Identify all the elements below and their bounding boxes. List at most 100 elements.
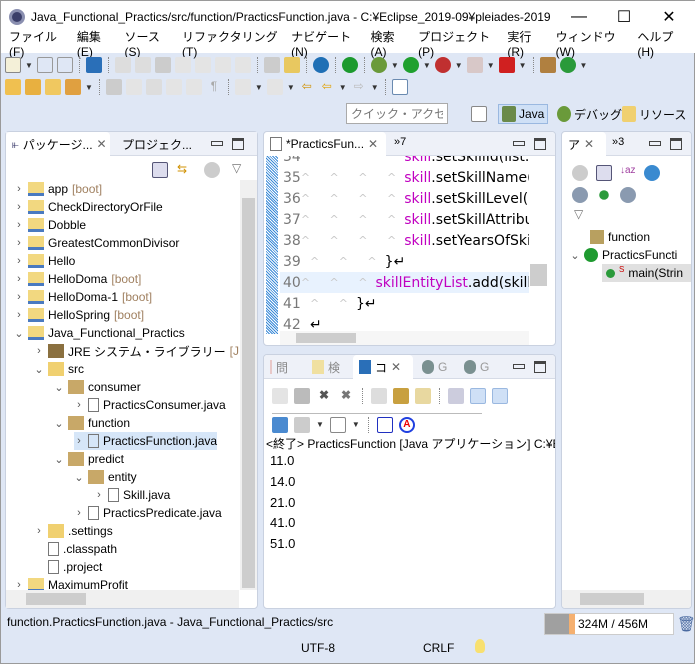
maximize-view-button[interactable] xyxy=(534,361,546,373)
minimize-view-button[interactable] xyxy=(648,138,661,150)
remove-all-launches-icon[interactable]: ✖ xyxy=(338,388,354,404)
show-source-icon[interactable] xyxy=(185,79,202,95)
step-over-icon[interactable] xyxy=(214,57,231,73)
hide-static-icon[interactable] xyxy=(572,187,588,203)
forward-icon[interactable]: ⇨ xyxy=(351,79,367,95)
terminate-icon[interactable] xyxy=(154,57,171,73)
scroll-thumb[interactable] xyxy=(530,264,547,286)
chevron-down-icon[interactable]: ⌄ xyxy=(54,417,64,430)
chevron-down-icon[interactable]: ⌄ xyxy=(74,471,84,484)
tab-gradle-2[interactable]: G xyxy=(458,355,498,379)
tree-item[interactable]: › JRE システム・ライブラリー[JavaSE-11] xyxy=(34,342,239,360)
code-area[interactable]: 34^ ^ ^ ^skill.setSkillId(list.get(035^ … xyxy=(280,156,529,334)
chevron-right-icon[interactable]: › xyxy=(14,201,24,213)
new-icon[interactable] xyxy=(5,57,21,73)
suspend-icon[interactable] xyxy=(134,57,151,73)
outline-item-class[interactable]: ⌄ PracticsFuncti xyxy=(570,246,677,264)
outline-horizontal-scrollbar[interactable] xyxy=(562,590,691,608)
tree-item[interactable]: › .settings xyxy=(34,522,113,540)
sort-icon[interactable]: ↓az xyxy=(620,165,636,181)
minimize-view-button[interactable] xyxy=(512,361,525,373)
quick-access-input[interactable] xyxy=(346,103,448,124)
prev-annotation-icon[interactable] xyxy=(266,79,283,95)
tab-problems[interactable]: 問 xyxy=(264,355,294,379)
perspective-resource[interactable]: リソース xyxy=(619,104,689,124)
mark-occurrences-icon[interactable] xyxy=(145,79,162,95)
show-whitespace-icon[interactable]: ¶ xyxy=(206,79,222,95)
close-tab-icon[interactable]: ✕ xyxy=(584,137,594,151)
drop-to-frame-icon[interactable] xyxy=(263,57,280,73)
code-line[interactable]: 34^ ^ ^ ^skill.setSkillId(list.get(0 xyxy=(280,156,529,167)
tab-outline[interactable]: ア ✕ xyxy=(562,132,606,156)
open-perspective-icon[interactable] xyxy=(471,106,487,122)
pin-console-icon[interactable] xyxy=(272,416,288,433)
tab-package-explorer[interactable]: ⫦ パッケージ... ✕ xyxy=(6,132,110,156)
highlight-icon[interactable] xyxy=(125,79,142,95)
back-icon[interactable]: ⇦ xyxy=(319,79,335,95)
debug-bug-icon[interactable] xyxy=(370,57,387,73)
code-line[interactable]: 37^ ^ ^ ^skill.setSkillAttribute(li xyxy=(280,209,529,230)
chevron-right-icon[interactable]: › xyxy=(14,291,24,303)
filters-icon[interactable] xyxy=(572,165,588,181)
tree-item[interactable]: › HelloDoma-1 [boot] xyxy=(14,288,152,306)
view-menu-icon[interactable]: ▽ xyxy=(232,161,241,175)
open-task-icon[interactable] xyxy=(45,79,61,95)
tree-item[interactable]: › PracticsConsumer.java xyxy=(74,396,226,414)
tab-search[interactable]: 検 xyxy=(306,355,346,379)
tab-practics-function[interactable]: *PracticsFun... ✕ xyxy=(264,132,386,156)
editor-vertical-scrollbar[interactable] xyxy=(530,160,547,334)
heap-status[interactable]: 324M / 456M xyxy=(544,613,674,635)
code-line[interactable]: 39 ^ ^ ^}↵ xyxy=(280,251,529,272)
menu-help[interactable]: ヘルプ(H) xyxy=(637,28,683,59)
new-class-icon[interactable] xyxy=(559,57,576,73)
open-console-icon[interactable] xyxy=(329,416,346,433)
horizontal-scrollbar[interactable] xyxy=(6,590,239,608)
run-config-icon[interactable] xyxy=(498,57,515,73)
code-line[interactable]: 35^ ^ ^ ^skill.setSkillName(list.g xyxy=(280,167,529,188)
chevron-down-icon[interactable]: ⌄ xyxy=(14,327,24,340)
step-return-icon[interactable] xyxy=(234,57,251,73)
spring-boot-icon[interactable] xyxy=(341,57,358,73)
resume-icon[interactable] xyxy=(114,57,131,73)
scroll-thumb[interactable] xyxy=(242,198,255,588)
collapse-all-icon[interactable] xyxy=(152,162,168,178)
perspective-debug[interactable]: デバッグ xyxy=(554,104,625,124)
tree-item[interactable]: › Hello xyxy=(14,252,75,270)
use-step-filters-icon[interactable] xyxy=(283,57,300,73)
chevron-right-icon[interactable]: › xyxy=(34,525,44,537)
next-annotation-icon[interactable] xyxy=(234,79,251,95)
tree-item[interactable]: › HelloDoma [boot] xyxy=(14,270,141,288)
link-with-editor-icon[interactable]: ⇆ xyxy=(174,162,190,178)
relaunch-icon[interactable] xyxy=(272,388,288,404)
tree-item[interactable]: › HelloSpring [boot] xyxy=(14,306,144,324)
chevron-right-icon[interactable]: › xyxy=(34,345,44,357)
tree-item[interactable]: ⌄ predict xyxy=(54,450,124,468)
scroll-thumb[interactable] xyxy=(296,333,356,343)
save-output-icon[interactable] xyxy=(448,388,464,404)
word-wrap-icon[interactable] xyxy=(415,388,431,404)
toggle-annotation-icon[interactable] xyxy=(105,79,122,95)
clear-console-icon[interactable] xyxy=(371,388,387,404)
tree-item[interactable]: › GreatestCommonDivisor xyxy=(14,234,179,252)
chevron-right-icon[interactable]: › xyxy=(14,183,24,195)
new-package-icon[interactable] xyxy=(539,57,556,73)
ansi-console-icon[interactable]: A xyxy=(398,416,415,433)
chevron-right-icon[interactable]: › xyxy=(14,309,24,321)
chevron-right-icon[interactable]: › xyxy=(74,435,84,447)
chevron-right-icon[interactable]: › xyxy=(74,507,84,519)
display-console-icon[interactable] xyxy=(294,416,310,433)
chevron-down-icon[interactable]: ⌄ xyxy=(34,363,44,376)
scroll-thumb[interactable] xyxy=(26,593,86,605)
chevron-down-icon[interactable]: ⌄ xyxy=(54,381,64,394)
tree-item[interactable]: › Skill.java xyxy=(94,486,170,504)
outline-item-method[interactable]: Smain(Strin xyxy=(602,264,691,282)
open-type-icon[interactable] xyxy=(5,79,21,95)
stop-icon[interactable] xyxy=(466,57,483,73)
step-into-icon[interactable] xyxy=(194,57,211,73)
scroll-lock-icon[interactable] xyxy=(393,388,409,404)
code-line[interactable]: 40^ ^ ^skillEntityList.add(skill);↵ xyxy=(280,272,529,293)
hide-non-public-icon[interactable] xyxy=(599,190,609,200)
tree-item[interactable]: › app [boot] xyxy=(14,180,102,198)
chevron-right-icon[interactable]: › xyxy=(94,489,104,501)
tree-item[interactable]: › PracticsPredicate.java xyxy=(74,504,222,522)
